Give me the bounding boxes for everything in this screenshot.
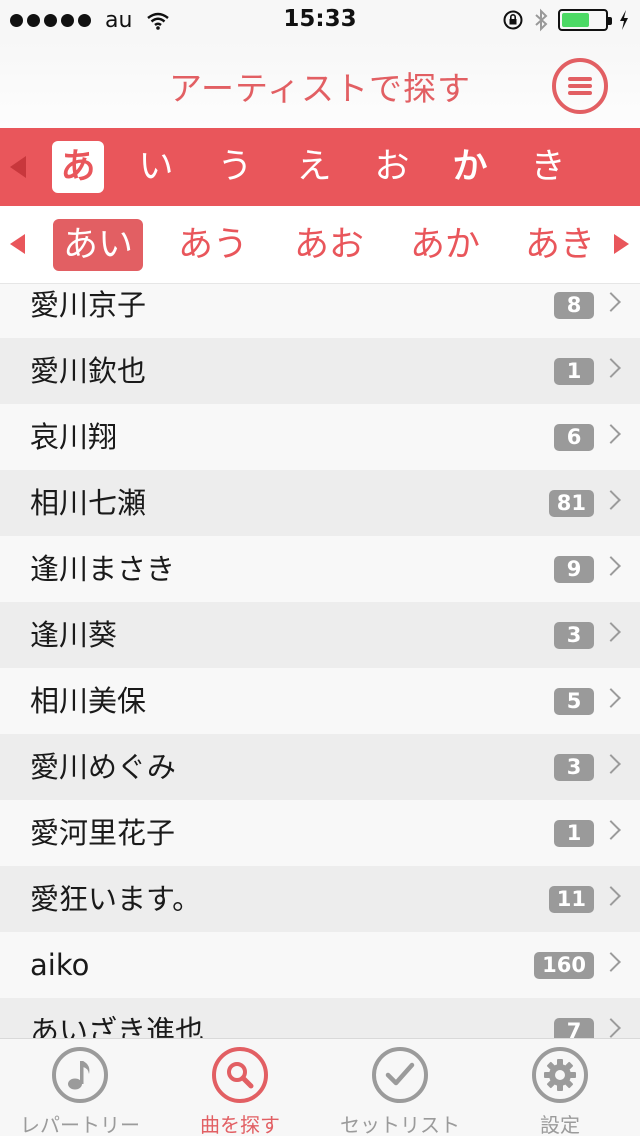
tab-settings[interactable]: 設定 — [480, 1039, 640, 1136]
chevron-right-icon — [601, 292, 621, 312]
song-count-badge: 3 — [554, 622, 594, 649]
song-count-badge: 1 — [554, 820, 594, 847]
artist-name: aiko — [30, 948, 90, 982]
chevron-right-icon — [601, 358, 621, 378]
artist-list[interactable]: 愛川京子 8 愛川欽也 1 哀川翔 6 相川七瀬 81 逢川まさき 9 逢川葵 … — [0, 284, 640, 1038]
artist-name: あいざき進也 — [30, 1014, 205, 1038]
song-count-badge: 7 — [554, 1018, 594, 1038]
artist-name: 哀川翔 — [30, 420, 118, 454]
chevron-right-icon — [601, 424, 621, 444]
battery-level — [562, 13, 590, 27]
artist-name: 愛川京子 — [30, 288, 147, 322]
kana-tab-ka[interactable]: か — [444, 141, 496, 193]
chevron-right-icon — [601, 1018, 621, 1038]
song-count-badge: 1 — [554, 358, 594, 385]
status-right — [502, 8, 630, 32]
kana-tab-u[interactable]: う — [209, 141, 261, 193]
kana-tab-ki[interactable]: き — [522, 141, 574, 193]
sub-kana-index-bar: あい あう あお あか あき — [0, 206, 640, 284]
sub-kana-tab-aka[interactable]: あか — [400, 219, 490, 271]
song-count-badge: 11 — [548, 886, 594, 913]
sub-kana-scroll-right-icon[interactable] — [614, 234, 629, 254]
sub-kana-tab-ao[interactable]: あお — [284, 219, 374, 271]
tab-label: 曲を探す — [200, 1113, 280, 1136]
kana-scroll-left-icon[interactable] — [10, 156, 26, 178]
kana-tab-a[interactable]: あ — [52, 141, 104, 193]
artist-name: 愛狂います。 — [30, 882, 202, 916]
song-count-badge: 9 — [554, 556, 594, 583]
chevron-right-icon — [601, 754, 621, 774]
list-item[interactable]: 相川美保 5 — [0, 668, 640, 734]
tab-label: 設定 — [540, 1113, 580, 1136]
artist-name: 相川七瀬 — [30, 486, 147, 520]
artist-name: 逢川葵 — [30, 618, 118, 652]
chevron-right-icon — [601, 952, 621, 972]
song-count-badge: 6 — [554, 424, 594, 451]
list-item[interactable]: 逢川葵 3 — [0, 602, 640, 668]
list-item[interactable]: あいざき進也 7 — [0, 998, 640, 1038]
artist-name: 愛川欽也 — [30, 354, 147, 388]
chevron-right-icon — [601, 556, 621, 576]
sub-kana-scroll-left-icon[interactable] — [10, 234, 25, 254]
song-count-badge: 3 — [554, 754, 594, 781]
page-title: アーティストで探す — [168, 69, 472, 108]
artist-name: 愛河里花子 — [30, 816, 176, 850]
list-item[interactable]: 哀川翔 6 — [0, 404, 640, 470]
song-count-badge: 81 — [548, 490, 594, 517]
nav-header: アーティストで探す — [0, 40, 640, 128]
menu-button[interactable] — [552, 58, 608, 114]
tab-label: レパートリー — [20, 1113, 140, 1136]
orientation-lock-icon — [503, 10, 523, 30]
song-count-badge: 5 — [554, 688, 594, 715]
list-item[interactable]: 相川七瀬 81 — [0, 470, 640, 536]
music-note-icon — [52, 1047, 108, 1103]
checkmark-icon — [372, 1047, 428, 1103]
kana-tab-e[interactable]: え — [288, 141, 340, 193]
song-count-badge: 8 — [554, 292, 594, 319]
list-item[interactable]: 愛河里花子 1 — [0, 800, 640, 866]
artist-name: 愛川めぐみ — [30, 750, 176, 784]
status-bar: au 15:33 — [0, 0, 640, 40]
chevron-right-icon — [601, 886, 621, 906]
tab-repertoire[interactable]: レパートリー — [0, 1039, 160, 1136]
sub-kana-tab-aki[interactable]: あき — [515, 219, 605, 271]
list-item[interactable]: 逢川まさき 9 — [0, 536, 640, 602]
kana-tab-i[interactable]: い — [130, 141, 182, 193]
kana-index-bar: あ い う え お か き — [0, 128, 640, 206]
artist-name: 逢川まさき — [30, 552, 176, 586]
search-icon — [212, 1047, 268, 1103]
tab-bar: レパートリー 曲を探す セットリスト 設定 — [0, 1038, 640, 1136]
gear-icon — [532, 1047, 588, 1103]
sub-kana-tab-au[interactable]: あう — [168, 219, 258, 271]
chevron-right-icon — [601, 688, 621, 708]
battery-icon — [558, 9, 612, 31]
chevron-right-icon — [601, 820, 621, 840]
list-item[interactable]: 愛狂います。 11 — [0, 866, 640, 932]
list-item[interactable]: 愛川欽也 1 — [0, 338, 640, 404]
tab-label: セットリスト — [340, 1113, 460, 1136]
bluetooth-icon — [535, 8, 548, 32]
chevron-right-icon — [601, 622, 621, 642]
sub-kana-tab-ai[interactable]: あい — [53, 219, 143, 271]
chevron-right-icon — [601, 490, 621, 510]
list-item[interactable]: 愛川めぐみ 3 — [0, 734, 640, 800]
kana-tab-o[interactable]: お — [366, 141, 418, 193]
artist-name: 相川美保 — [30, 684, 147, 718]
tab-search-songs[interactable]: 曲を探す — [160, 1039, 320, 1136]
list-item[interactable]: aiko 160 — [0, 932, 640, 998]
hamburger-menu-icon — [568, 74, 592, 98]
tab-setlist[interactable]: セットリスト — [320, 1039, 480, 1136]
song-count-badge: 160 — [534, 952, 594, 979]
list-item[interactable]: 愛川京子 8 — [0, 284, 640, 338]
charging-bolt-icon — [620, 10, 628, 30]
